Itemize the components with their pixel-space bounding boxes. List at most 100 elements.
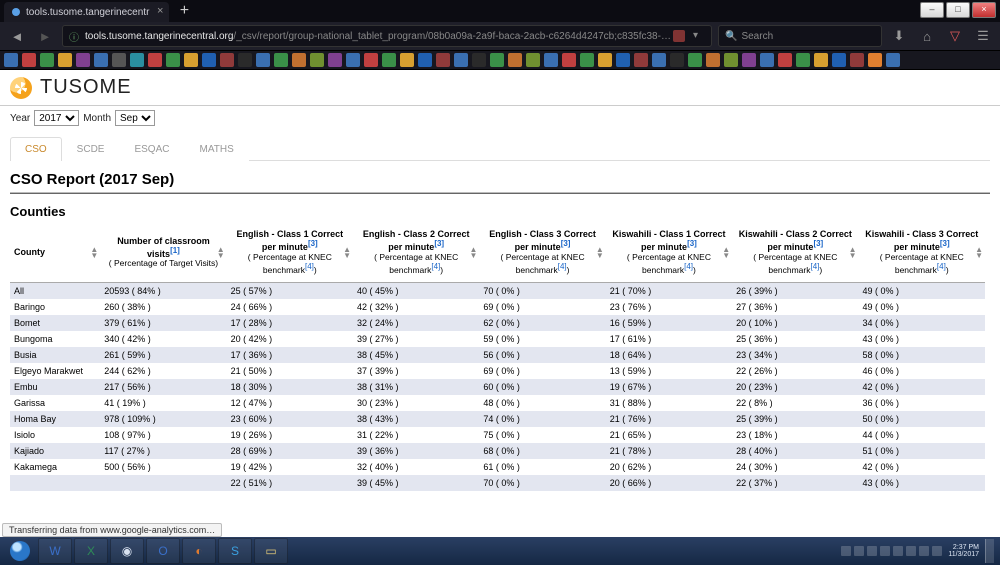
bookmark-item[interactable] — [76, 53, 90, 67]
table-row[interactable]: Bungoma340 ( 42% )20 ( 42% )39 ( 27% )59… — [10, 331, 985, 347]
col-county[interactable]: County ▲▼ — [10, 223, 100, 283]
col-eng1[interactable]: English - Class 1 Correct per minute[3] … — [227, 223, 353, 283]
year-select[interactable]: 2017 — [34, 110, 79, 126]
show-desktop-button[interactable] — [985, 539, 994, 563]
bookmark-item[interactable] — [706, 53, 720, 67]
window-maximize-button[interactable]: □ — [946, 2, 970, 18]
footnote-link[interactable]: [4] — [305, 262, 314, 271]
search-bar[interactable]: 🔍 Search — [718, 25, 882, 47]
bookmark-item[interactable] — [130, 53, 144, 67]
window-close-button[interactable]: × — [972, 2, 996, 18]
pocket-button[interactable]: ▽ — [944, 25, 966, 47]
sort-icon[interactable]: ▲▼ — [343, 247, 351, 259]
taskbar-app-outlook[interactable]: O — [146, 538, 180, 564]
forward-button[interactable]: ► — [34, 25, 56, 47]
bookmark-item[interactable] — [238, 53, 252, 67]
col-eng2[interactable]: English - Class 2 Correct per minute[3] … — [353, 223, 479, 283]
url-bar[interactable]: ⓘ tools.tusome.tangerinecentral.org /_cs… — [62, 25, 712, 47]
tab-cso[interactable]: CSO — [10, 137, 62, 161]
footnote-link[interactable]: [3] — [687, 239, 697, 248]
taskbar-app-word[interactable]: W — [38, 538, 72, 564]
bookmark-item[interactable] — [220, 53, 234, 67]
bookmark-item[interactable] — [832, 53, 846, 67]
bookmark-item[interactable] — [202, 53, 216, 67]
sort-icon[interactable]: ▲▼ — [849, 247, 857, 259]
bookmark-item[interactable] — [166, 53, 180, 67]
bookmark-item[interactable] — [508, 53, 522, 67]
footnote-link[interactable]: [3] — [561, 239, 571, 248]
footnote-link[interactable]: [4] — [937, 262, 946, 271]
tab-maths[interactable]: MATHS — [184, 137, 248, 161]
sort-icon[interactable]: ▲▼ — [90, 247, 98, 259]
bookmark-item[interactable] — [94, 53, 108, 67]
sort-icon[interactable]: ▲▼ — [722, 247, 730, 259]
stop-icon[interactable] — [673, 30, 685, 42]
table-row[interactable]: 22 ( 51% )39 ( 45% )70 ( 0% )20 ( 66% )2… — [10, 475, 985, 491]
bookmark-item[interactable] — [328, 53, 342, 67]
footnote-link[interactable]: [3] — [813, 239, 823, 248]
bookmark-item[interactable] — [112, 53, 126, 67]
back-button[interactable]: ◄ — [6, 25, 28, 47]
footnote-link[interactable]: [4] — [431, 262, 440, 271]
bookmark-item[interactable] — [796, 53, 810, 67]
col-eng3[interactable]: English - Class 3 Correct per minute[3] … — [479, 223, 605, 283]
col-kis3[interactable]: Kiswahili - Class 3 Correct per minute[3… — [859, 223, 985, 283]
table-row[interactable]: Embu217 ( 56% )18 ( 30% )38 ( 31% )60 ( … — [10, 379, 985, 395]
bookmark-item[interactable] — [724, 53, 738, 67]
footnote-link[interactable]: [4] — [684, 262, 693, 271]
taskbar-app-explorer[interactable]: ▭ — [254, 538, 288, 564]
home-button[interactable]: ⌂ — [916, 25, 938, 47]
tab-scde[interactable]: SCDE — [62, 137, 120, 161]
table-row[interactable]: Kakamega500 ( 56% )19 ( 42% )32 ( 40% )6… — [10, 459, 985, 475]
bookmark-item[interactable] — [850, 53, 864, 67]
bookmark-item[interactable] — [472, 53, 486, 67]
bookmark-item[interactable] — [292, 53, 306, 67]
bookmark-item[interactable] — [256, 53, 270, 67]
sort-icon[interactable]: ▲▼ — [975, 247, 983, 259]
bookmark-item[interactable] — [562, 53, 576, 67]
footnote-link[interactable]: [3] — [308, 239, 318, 248]
bookmark-item[interactable] — [436, 53, 450, 67]
bookmark-item[interactable] — [814, 53, 828, 67]
bookmark-item[interactable] — [4, 53, 18, 67]
bookmark-item[interactable] — [670, 53, 684, 67]
bookmark-item[interactable] — [778, 53, 792, 67]
bookmark-item[interactable] — [418, 53, 432, 67]
sort-icon[interactable]: ▲▼ — [217, 247, 225, 259]
bookmark-item[interactable] — [634, 53, 648, 67]
taskbar-app-excel[interactable]: X — [74, 538, 108, 564]
bookmark-item[interactable] — [526, 53, 540, 67]
taskbar-app-skype[interactable]: S — [218, 538, 252, 564]
taskbar-app-firefox[interactable]: ◐ — [182, 538, 216, 564]
bookmark-item[interactable] — [454, 53, 468, 67]
bookmark-item[interactable] — [400, 53, 414, 67]
tab-esqac[interactable]: ESQAC — [119, 137, 184, 161]
footnote-link[interactable]: [3] — [940, 239, 950, 248]
table-row[interactable]: Isiolo108 ( 97% )19 ( 26% )31 ( 22% )75 … — [10, 427, 985, 443]
start-button[interactable] — [4, 539, 36, 563]
bookmark-item[interactable] — [22, 53, 36, 67]
bookmark-item[interactable] — [616, 53, 630, 67]
menu-button[interactable]: ☰ — [972, 25, 994, 47]
bookmark-item[interactable] — [490, 53, 504, 67]
col-kis2[interactable]: Kiswahili - Class 2 Correct per minute[3… — [732, 223, 858, 283]
close-tab-icon[interactable]: × — [157, 5, 163, 17]
bookmark-item[interactable] — [886, 53, 900, 67]
bookmark-item[interactable] — [688, 53, 702, 67]
footnote-link[interactable]: [4] — [558, 262, 567, 271]
new-tab-button[interactable]: + — [173, 2, 195, 22]
bookmark-item[interactable] — [184, 53, 198, 67]
bookmark-item[interactable] — [544, 53, 558, 67]
bookmark-item[interactable] — [40, 53, 54, 67]
bookmark-item[interactable] — [346, 53, 360, 67]
taskbar-clock[interactable]: 2:37 PM 11/3/2017 — [948, 544, 979, 559]
col-visits[interactable]: Number of classroom visits[1] ( Percenta… — [100, 223, 226, 283]
browser-tab-active[interactable]: tools.tusome.tangerinecentr × — [4, 2, 169, 22]
bookmark-item[interactable] — [742, 53, 756, 67]
table-row[interactable]: All20593 ( 84% )25 ( 57% )40 ( 45% )70 (… — [10, 283, 985, 300]
window-minimize-button[interactable]: – — [920, 2, 944, 18]
col-kis1[interactable]: Kiswahili - Class 1 Correct per minute[3… — [606, 223, 732, 283]
footnote-link[interactable]: [1] — [170, 246, 180, 255]
bookmark-item[interactable] — [382, 53, 396, 67]
bookmark-item[interactable] — [868, 53, 882, 67]
